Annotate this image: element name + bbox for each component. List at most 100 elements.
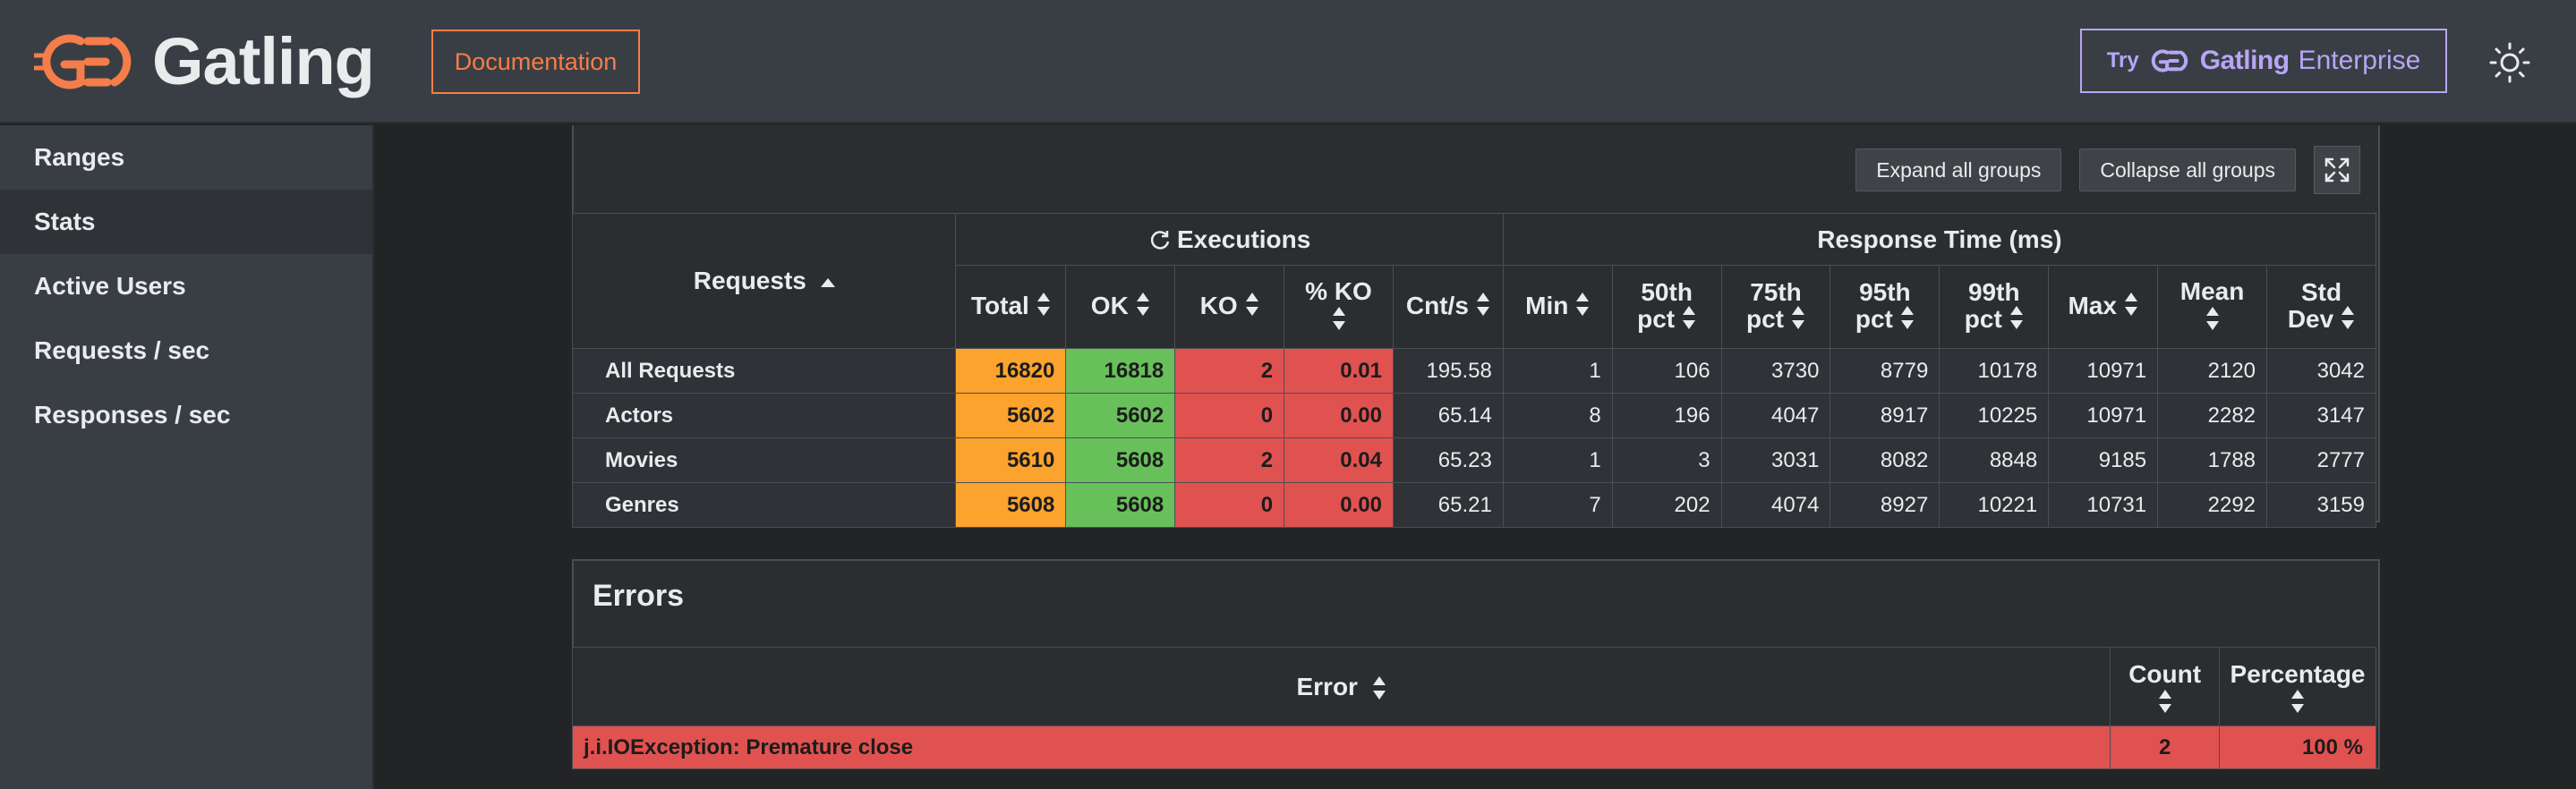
sort-icon [2009, 306, 2023, 330]
cell-50th-pct: 106 [1611, 348, 1722, 394]
sort-ascending-icon [820, 277, 835, 287]
requests-column-header[interactable]: Requests [571, 213, 957, 349]
sort-icon [2341, 306, 2355, 330]
sidebar-item-stats[interactable]: Stats [0, 190, 372, 254]
cell-50th-pct: 3 [1611, 437, 1722, 483]
gatling-logo-icon [34, 34, 132, 89]
column-label: Total [970, 291, 1029, 319]
column-label: Max [2068, 291, 2117, 319]
cell-ko: 0 [1174, 482, 1285, 528]
fullscreen-icon [2324, 157, 2350, 182]
column-header-total[interactable]: Total [955, 265, 1067, 349]
column-header-95th-pct[interactable]: 95th pct [1830, 265, 1941, 349]
sort-icon [1245, 293, 1258, 317]
stats-panel: Expand all groups Collapse all groups Re… [571, 125, 2380, 528]
cell-min: 7 [1502, 482, 1613, 528]
gatling-logo[interactable]: Gatling [34, 24, 375, 98]
cell-95th-pct: 8917 [1830, 393, 1941, 438]
cell-cnt-s: 195.58 [1392, 348, 1504, 394]
errors-panel: Errors Error Count Percentage j.i.IOExce… [571, 559, 2380, 769]
column-label: % KO [1305, 277, 1372, 305]
column-header-ko[interactable]: KO [1174, 265, 1285, 349]
expand-all-groups-button[interactable]: Expand all groups [1855, 148, 2062, 191]
column-label: pct [1637, 304, 1676, 333]
stats-row-all-requests[interactable]: All Requests 16820 16818 2 0.01 195.58 1 106 373… [571, 348, 2376, 394]
column-header-ko[interactable]: % KO [1284, 265, 1394, 349]
cell-ok: 16818 [1065, 348, 1176, 394]
column-label: Dev [2287, 304, 2334, 333]
cell-max: 10731 [2048, 482, 2159, 528]
column-label: Cnt/s [1405, 291, 1469, 319]
column-label: 99th [1967, 277, 2020, 306]
enterprise-brand: Gatling [2199, 46, 2290, 75]
cell-ko: 2 [1174, 437, 1285, 483]
count-header-label: Count [2128, 659, 2202, 688]
collapse-all-groups-button[interactable]: Collapse all groups [2079, 148, 2296, 191]
sidebar-item-ranges[interactable]: Ranges [0, 125, 372, 190]
column-label: pct [1855, 304, 1893, 333]
cell-cnt-s: 65.21 [1392, 482, 1504, 528]
error-count: 2 [2110, 725, 2221, 769]
cell-total: 5610 [955, 437, 1067, 483]
error-header-label: Error [1296, 672, 1358, 700]
cell-95th-pct: 8927 [1830, 482, 1941, 528]
count-column-header[interactable]: Count [2110, 647, 2221, 726]
cell-cnt-s: 65.14 [1392, 393, 1504, 438]
column-header-mean[interactable]: Mean [2157, 265, 2268, 349]
sidebar-item-responses-per-sec[interactable]: Responses / sec [0, 383, 372, 447]
cell-mean: 2282 [2157, 393, 2268, 438]
cell-min: 1 [1502, 437, 1613, 483]
request-name: Movies [571, 437, 957, 483]
column-header-cnt-s[interactable]: Cnt/s [1392, 265, 1504, 349]
column-header-min[interactable]: Min [1502, 265, 1613, 349]
fullscreen-button[interactable] [2314, 146, 2360, 194]
cell-ko: 0.01 [1284, 348, 1394, 394]
request-name: Actors [571, 393, 957, 438]
sidebar-item-requests-per-sec[interactable]: Requests / sec [0, 318, 372, 383]
column-header-ok[interactable]: OK [1065, 265, 1176, 349]
cell-min: 1 [1502, 348, 1613, 394]
errors-table: Error Count Percentage j.i.IOException: … [571, 647, 2376, 769]
cell-95th-pct: 8082 [1830, 437, 1941, 483]
stats-toolbar: Expand all groups Collapse all groups [1855, 146, 2360, 194]
cell-mean: 2120 [2157, 348, 2268, 394]
sort-icon [1576, 293, 1590, 317]
cell-99th-pct: 8848 [1939, 437, 2050, 483]
sidebar-item-active-users[interactable]: Active Users [0, 254, 372, 318]
cell-ko: 0.04 [1284, 437, 1394, 483]
percentage-column-header[interactable]: Percentage [2219, 647, 2376, 726]
error-column-header[interactable]: Error [571, 647, 2111, 726]
cell-std-dev: 3147 [2266, 393, 2376, 438]
cell-std-dev: 3042 [2266, 348, 2376, 394]
documentation-button[interactable]: Documentation [431, 30, 640, 94]
column-header-50th-pct[interactable]: 50th pct [1611, 265, 1722, 349]
executions-label: Executions [1176, 225, 1311, 253]
sort-icon [1372, 676, 1386, 700]
sun-icon[interactable] [2488, 41, 2531, 84]
error-message: j.i.IOException: Premature close [571, 725, 2111, 769]
error-row: j.i.IOException: Premature close 2 100 % [571, 725, 2376, 769]
cell-ko: 0.00 [1284, 482, 1394, 528]
stats-row-actors[interactable]: Actors 5602 5602 0 0.00 65.14 8 196 4047 8917 1022… [571, 393, 2376, 438]
sort-icon [1332, 307, 1345, 330]
cell-min: 8 [1502, 393, 1613, 438]
column-header-99th-pct[interactable]: 99th pct [1939, 265, 2050, 349]
column-label: 50th [1641, 277, 1693, 306]
try-enterprise-button[interactable]: Try Gatling Enterprise [2080, 29, 2447, 93]
sort-icon [1792, 306, 1804, 330]
stats-row-movies[interactable]: Movies 5610 5608 2 0.04 65.23 1 3 3031 8082 8848 91… [571, 437, 2376, 483]
cell-99th-pct: 10178 [1939, 348, 2050, 394]
brand-name: Gatling [152, 24, 375, 98]
requests-header-label: Requests [693, 267, 806, 294]
column-label: Mean [2179, 277, 2245, 305]
column-header-max[interactable]: Max [2048, 265, 2159, 349]
cell-75th-pct: 3031 [1720, 437, 1831, 483]
column-header-75th-pct[interactable]: 75th pct [1720, 265, 1831, 349]
column-header-std-dev[interactable]: Std Dev [2266, 265, 2376, 349]
cell-std-dev: 2777 [2266, 437, 2376, 483]
sort-icon [1036, 293, 1050, 317]
response-time-group-header: Response Time (ms) [1502, 213, 2377, 266]
cell-50th-pct: 202 [1611, 482, 1722, 528]
stats-table: Requests Executions Response Time (ms) T… [571, 213, 2377, 528]
stats-row-genres[interactable]: Genres 5608 5608 0 0.00 65.21 7 202 4074 8927 1022… [571, 482, 2376, 528]
